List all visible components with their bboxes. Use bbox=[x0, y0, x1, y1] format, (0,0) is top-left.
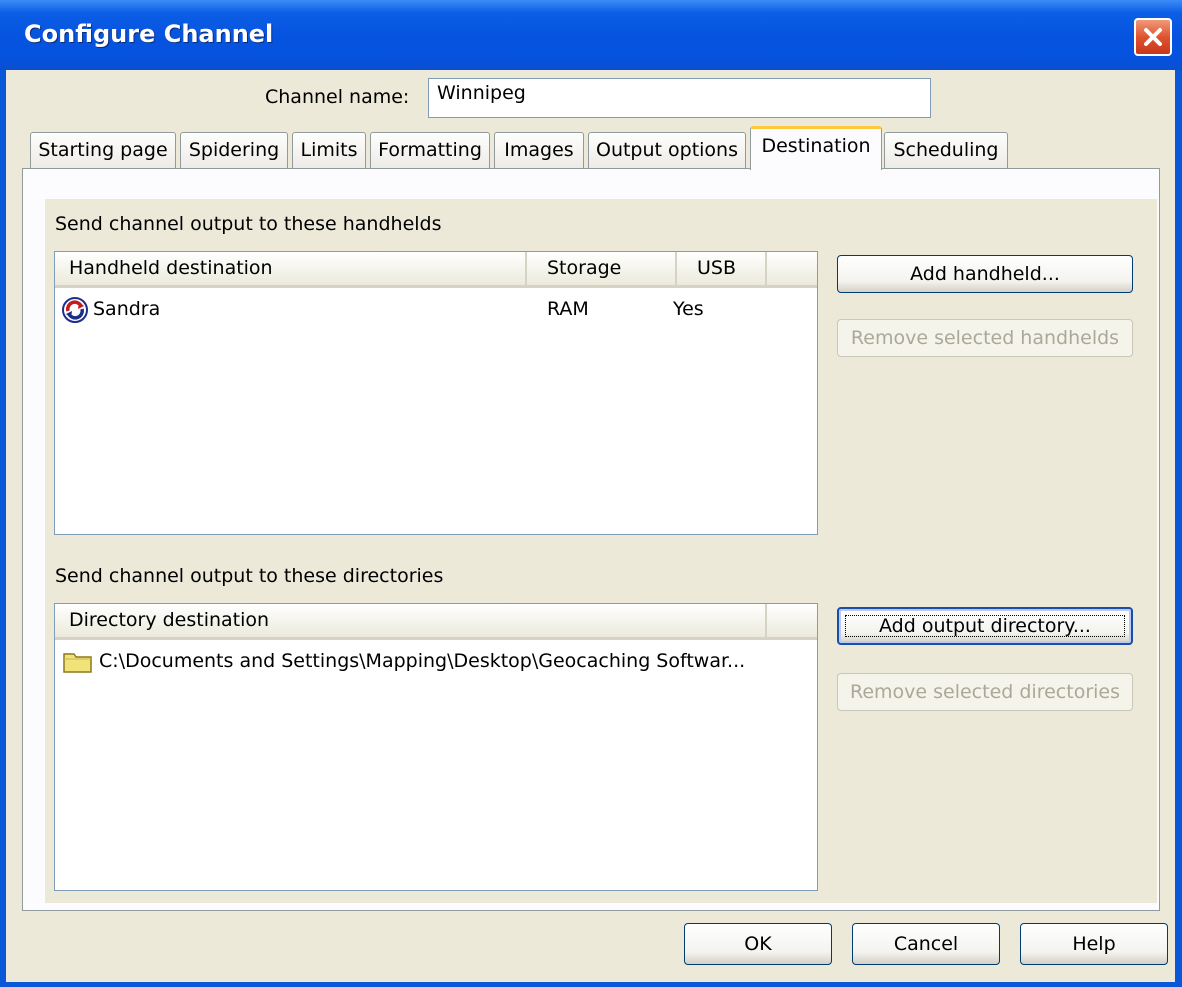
close-button[interactable] bbox=[1134, 18, 1172, 56]
handheld-usb: Yes bbox=[673, 298, 704, 320]
dialog-client: Channel name: Winnipeg Starting page Spi… bbox=[6, 70, 1175, 982]
close-icon bbox=[1144, 28, 1162, 46]
help-button[interactable]: Help bbox=[1020, 923, 1168, 965]
channel-name-label: Channel name: bbox=[265, 86, 410, 108]
table-row[interactable]: C:\Documents and Settings\Mapping\Deskto… bbox=[61, 646, 801, 676]
tab-limits[interactable]: Limits bbox=[292, 132, 366, 168]
add-output-directory-button[interactable]: Add output directory... bbox=[837, 607, 1133, 645]
handhelds-list[interactable]: Handheld destination Storage USB Sandra … bbox=[54, 251, 818, 535]
tab-images[interactable]: Images bbox=[494, 132, 584, 168]
directories-section-label: Send channel output to these directories bbox=[55, 565, 444, 587]
column-storage[interactable]: Storage bbox=[527, 252, 677, 285]
remove-handhelds-button[interactable]: Remove selected handhelds bbox=[837, 319, 1133, 357]
directory-path: C:\Documents and Settings\Mapping\Deskto… bbox=[99, 650, 746, 672]
handhelds-section-label: Send channel output to these handhelds bbox=[55, 213, 442, 235]
tab-spidering[interactable]: Spidering bbox=[180, 132, 288, 168]
sync-icon bbox=[61, 296, 89, 333]
configure-channel-dialog: Configure Channel Channel name: Winnipeg… bbox=[0, 0, 1182, 987]
ok-button[interactable]: OK bbox=[684, 923, 832, 965]
tab-destination[interactable]: Destination bbox=[750, 126, 882, 170]
handheld-name: Sandra bbox=[93, 298, 161, 320]
handheld-storage: RAM bbox=[547, 298, 589, 320]
directories-list[interactable]: Directory destination C:\Documents and S… bbox=[54, 603, 818, 891]
column-usb[interactable]: USB bbox=[677, 252, 767, 285]
table-row[interactable]: Sandra RAM Yes bbox=[61, 294, 801, 324]
folder-icon bbox=[63, 650, 93, 683]
channel-name-input[interactable]: Winnipeg bbox=[428, 78, 931, 118]
add-handheld-button[interactable]: Add handheld... bbox=[837, 255, 1133, 293]
tab-starting-page[interactable]: Starting page bbox=[30, 132, 176, 168]
handhelds-list-header: Handheld destination Storage USB bbox=[55, 252, 817, 288]
column-handheld-destination[interactable]: Handheld destination bbox=[55, 252, 527, 285]
title-bar[interactable]: Configure Channel bbox=[0, 0, 1182, 70]
destination-group: Send channel output to these handhelds H… bbox=[45, 199, 1157, 903]
focus-rectangle bbox=[845, 615, 1125, 637]
remove-directories-button[interactable]: Remove selected directories bbox=[837, 673, 1133, 711]
column-directory-destination[interactable]: Directory destination bbox=[55, 604, 767, 637]
tab-formatting[interactable]: Formatting bbox=[370, 132, 490, 168]
tab-scheduling[interactable]: Scheduling bbox=[884, 132, 1008, 168]
cancel-button[interactable]: Cancel bbox=[852, 923, 1000, 965]
window-title: Configure Channel bbox=[24, 20, 274, 48]
directories-list-header: Directory destination bbox=[55, 604, 817, 640]
tab-output-options[interactable]: Output options bbox=[588, 132, 746, 168]
destination-panel: Send channel output to these handhelds H… bbox=[22, 168, 1160, 911]
